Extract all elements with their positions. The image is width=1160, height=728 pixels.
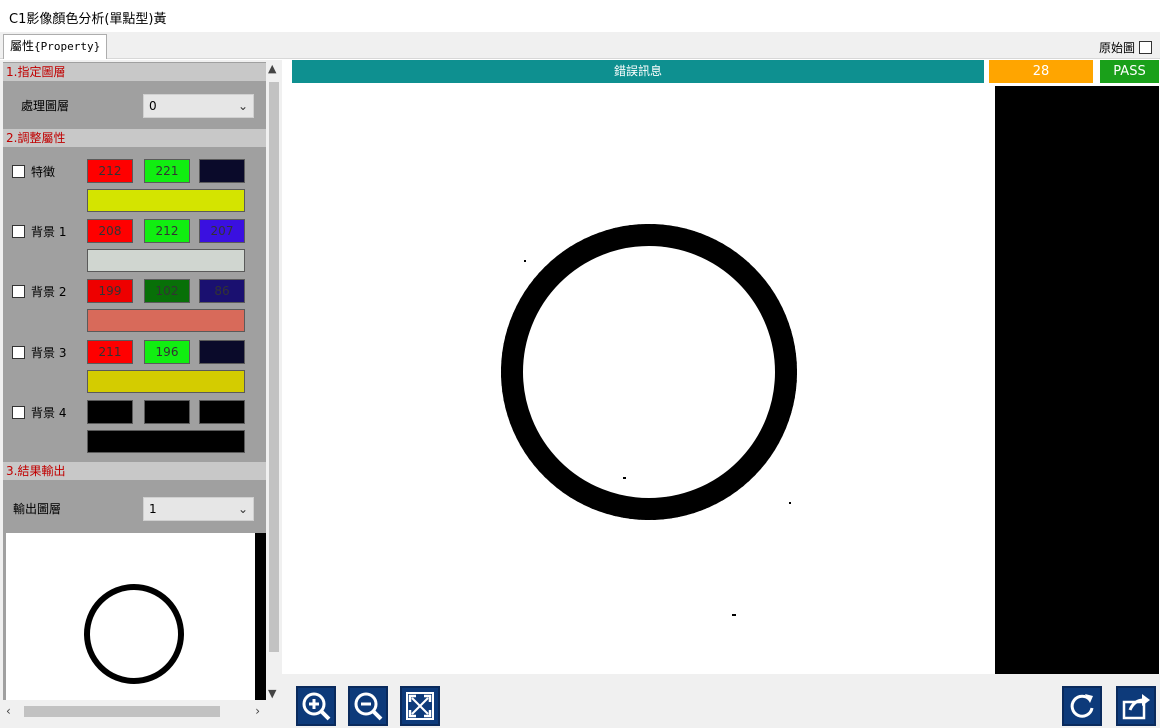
bg3-checkbox[interactable] bbox=[12, 346, 25, 359]
export-icon bbox=[1122, 694, 1150, 720]
output-layer-value: 1 bbox=[149, 502, 157, 516]
bg2-row-toggle[interactable]: 背景 2 bbox=[12, 283, 66, 300]
process-layer-select[interactable]: 0 ⌄ bbox=[143, 94, 254, 118]
feature-checkbox[interactable] bbox=[12, 165, 25, 178]
bg2-red-value[interactable]: 199 bbox=[87, 279, 133, 303]
ring-binary-image bbox=[501, 224, 797, 616]
export-button[interactable] bbox=[1116, 686, 1156, 726]
original-image-checkbox[interactable] bbox=[1139, 41, 1152, 54]
scroll-right-icon[interactable]: › bbox=[255, 704, 260, 718]
bg4-green-value[interactable] bbox=[144, 400, 190, 424]
bg1-label: 背景 1 bbox=[31, 225, 67, 239]
zoom-out-icon bbox=[354, 692, 383, 721]
bg4-row-toggle[interactable]: 背景 4 bbox=[12, 404, 66, 421]
bg3-green-value[interactable]: 196 bbox=[144, 340, 190, 364]
bg1-green-value[interactable]: 212 bbox=[144, 219, 190, 243]
bg4-red-value[interactable] bbox=[87, 400, 133, 424]
output-layer-select[interactable]: 1 ⌄ bbox=[143, 497, 254, 521]
error-message-bar: 錯誤訊息 bbox=[292, 60, 984, 83]
scroll-down-icon[interactable]: ▼ bbox=[268, 687, 276, 700]
tab-strip: 屬性{Property} 原始圖 bbox=[0, 32, 1160, 59]
scroll-up-icon[interactable]: ▲ bbox=[268, 62, 276, 75]
feature-red-value[interactable]: 212 bbox=[87, 159, 133, 183]
feature-label: 特徵 bbox=[31, 165, 56, 179]
count-indicator: 28 bbox=[989, 60, 1093, 83]
zoom-in-button[interactable] bbox=[296, 686, 336, 726]
thumbnail-ring-image bbox=[84, 584, 184, 684]
image-view[interactable] bbox=[292, 84, 995, 674]
fit-screen-button[interactable] bbox=[400, 686, 440, 726]
feature-color-preview bbox=[87, 189, 245, 212]
bg1-red-value[interactable]: 208 bbox=[87, 219, 133, 243]
horizontal-scroll-thumb[interactable] bbox=[24, 706, 220, 717]
property-panel: 1.指定圖層 處理圖層 0 ⌄ 2.調整屬性 特徵 212 221 背景 1 2… bbox=[0, 60, 282, 728]
original-image-label: 原始圖 bbox=[1098, 41, 1135, 55]
section-header-layer: 1.指定圖層 bbox=[3, 63, 266, 81]
chevron-down-icon: ⌄ bbox=[237, 99, 248, 113]
bg1-row-toggle[interactable]: 背景 1 bbox=[12, 223, 66, 240]
property-grid: 1.指定圖層 處理圖層 0 ⌄ 2.調整屬性 特徵 212 221 背景 1 2… bbox=[3, 62, 266, 700]
bg1-checkbox[interactable] bbox=[12, 225, 25, 238]
pass-indicator: PASS bbox=[1100, 60, 1159, 83]
bg3-red-value[interactable]: 211 bbox=[87, 340, 133, 364]
bg3-color-preview bbox=[87, 370, 245, 393]
result-thumbnail bbox=[6, 533, 255, 700]
tab-label: 屬性 bbox=[10, 39, 35, 53]
chevron-down-icon: ⌄ bbox=[237, 502, 248, 516]
section-header-output: 3.結果輸出 bbox=[3, 462, 266, 480]
bg4-label: 背景 4 bbox=[31, 406, 67, 420]
tab-sublabel: {Property} bbox=[34, 40, 101, 53]
zoom-out-button[interactable] bbox=[348, 686, 388, 726]
title-bar: C1影像顏色分析(單點型)黃 bbox=[0, 0, 1160, 32]
fit-screen-icon bbox=[406, 692, 434, 720]
vertical-scroll-thumb[interactable] bbox=[269, 82, 279, 652]
section-header-adjust: 2.調整屬性 bbox=[3, 129, 266, 147]
reset-icon bbox=[1070, 694, 1094, 718]
process-layer-label: 處理圖層 bbox=[21, 99, 70, 113]
window-title: C1影像顏色分析(單點型)黃 bbox=[9, 12, 167, 27]
bg2-checkbox[interactable] bbox=[12, 285, 25, 298]
feature-blue-value[interactable] bbox=[199, 159, 245, 183]
bg2-color-preview bbox=[87, 309, 245, 332]
bg4-color-preview bbox=[87, 430, 245, 453]
property-horizontal-scrollbar[interactable]: ‹ › bbox=[0, 703, 266, 720]
reset-button[interactable] bbox=[1062, 686, 1102, 726]
feature-green-value[interactable]: 221 bbox=[144, 159, 190, 183]
thumbnail-side-black bbox=[255, 533, 266, 700]
bg2-blue-value[interactable]: 86 bbox=[199, 279, 245, 303]
bg2-label: 背景 2 bbox=[31, 285, 67, 299]
original-image-toggle[interactable]: 原始圖 bbox=[1099, 39, 1152, 56]
bg4-checkbox[interactable] bbox=[12, 406, 25, 419]
bg1-color-preview bbox=[87, 249, 245, 272]
scroll-left-icon[interactable]: ‹ bbox=[6, 704, 11, 718]
zoom-in-icon bbox=[302, 692, 331, 721]
bg2-green-value[interactable]: 102 bbox=[144, 279, 190, 303]
bg3-row-toggle[interactable]: 背景 3 bbox=[12, 344, 66, 361]
bg4-blue-value[interactable] bbox=[199, 400, 245, 424]
bg3-blue-value[interactable] bbox=[199, 340, 245, 364]
process-layer-value: 0 bbox=[149, 99, 157, 113]
bottom-toolbar bbox=[282, 674, 1160, 728]
feature-row-toggle[interactable]: 特徵 bbox=[12, 163, 55, 180]
bg1-blue-value[interactable]: 207 bbox=[199, 219, 245, 243]
bg3-label: 背景 3 bbox=[31, 346, 67, 360]
output-layer-label: 輸出圖層 bbox=[13, 502, 62, 516]
property-vertical-scrollbar[interactable]: ▲ ▼ bbox=[266, 62, 282, 700]
tab-property[interactable]: 屬性{Property} bbox=[3, 34, 108, 59]
side-preview-black bbox=[995, 86, 1159, 674]
